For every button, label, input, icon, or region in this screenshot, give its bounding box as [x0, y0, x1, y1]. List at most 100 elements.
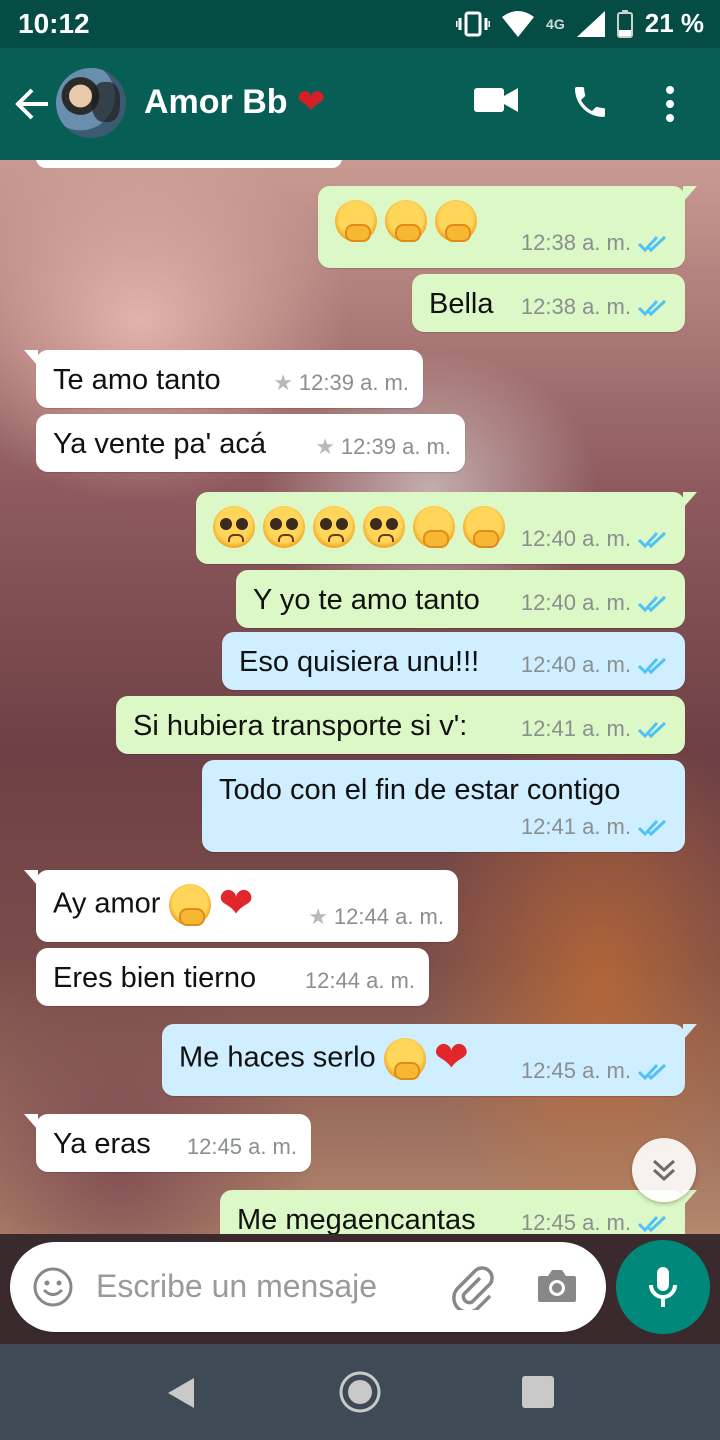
read-ticks-icon — [637, 235, 667, 253]
message-time: 12:45 a. m. — [186, 1134, 297, 1159]
pleading-face-emoji — [263, 506, 305, 548]
partial-message — [36, 160, 342, 168]
hand-over-mouth-emoji — [435, 200, 477, 242]
message-out[interactable]: Bella 12:38 a. m. — [412, 274, 685, 332]
message-out[interactable]: Me megaencantas 12:45 a. m. — [220, 1190, 697, 1234]
message-in[interactable]: Te amo tanto ★ 12:39 a. m. — [24, 350, 423, 408]
battery-icon — [616, 9, 633, 38]
message-text: Ya eras — [53, 1128, 151, 1160]
message-text: Bella — [429, 288, 494, 320]
message-input-pill[interactable]: Escribe un mensaje — [10, 1242, 606, 1332]
message-text: Eso quisiera unu!!! — [239, 646, 480, 678]
hand-over-mouth-emoji — [168, 884, 211, 926]
pleading-face-emoji — [363, 506, 405, 548]
status-time: 10:12 — [18, 8, 90, 39]
message-time: 12:44 a. m. — [333, 904, 444, 929]
double-chevron-down-icon — [652, 1159, 676, 1182]
scroll-to-bottom-button[interactable] — [632, 1138, 696, 1202]
message-time: 12:41 a. m. — [520, 716, 631, 741]
chat-area[interactable]: 12:38 a. m. Bella 12:38 a. m. Te amo tan… — [0, 160, 720, 1234]
message-in[interactable]: Ya vente pa' acá ★ 12:39 a. m. — [36, 414, 465, 472]
message-time: 12:39 a. m. — [298, 370, 409, 395]
message-time: 12:40 a. m. — [520, 526, 631, 551]
pleading-face-emoji — [313, 506, 355, 548]
message-text: Todo con el fin de estar contigo — [219, 774, 621, 806]
message-time: 12:38 a. m. — [520, 294, 631, 319]
message-text: Y yo te amo tanto — [253, 584, 480, 616]
emoji-row — [213, 506, 513, 548]
hand-over-mouth-emoji — [383, 1038, 426, 1080]
vibrate-icon — [456, 11, 491, 37]
contact-name-text: Amor Bb — [144, 83, 288, 121]
hand-over-mouth-emoji — [413, 506, 455, 548]
input-bar: Escribe un mensaje — [0, 1234, 720, 1344]
message-text: Ya vente pa' acá — [53, 428, 266, 460]
heart-emoji — [434, 1032, 476, 1081]
signal-icon — [576, 10, 605, 37]
battery-percent: 21 % — [644, 8, 704, 38]
video-call-icon[interactable] — [474, 86, 518, 119]
phone-call-icon[interactable] — [570, 82, 610, 127]
emoji-row — [335, 200, 485, 242]
read-ticks-icon — [637, 595, 667, 613]
hand-over-mouth-emoji — [463, 506, 505, 548]
message-out[interactable]: Y yo te amo tanto 12:40 a. m. — [236, 570, 685, 628]
pleading-face-emoji — [213, 506, 255, 548]
system-nav-bar — [0, 1344, 720, 1440]
message-input[interactable]: Escribe un mensaje — [96, 1268, 377, 1305]
message-in[interactable]: Eres bien tierno 12:44 a. m. — [36, 948, 429, 1006]
wifi-icon — [502, 10, 535, 37]
mic-icon — [649, 1267, 677, 1307]
mic-button[interactable] — [616, 1240, 710, 1334]
message-out[interactable]: Eso quisiera unu!!! 12:40 a. m. — [222, 632, 685, 690]
nav-back-icon[interactable] — [166, 1376, 196, 1415]
message-in[interactable]: Ya eras 12:45 a. m. — [24, 1114, 311, 1172]
read-ticks-icon — [637, 819, 667, 837]
read-ticks-icon — [637, 657, 667, 675]
message-out[interactable]: Todo con el fin de estar contigo 12:41 a… — [202, 760, 685, 852]
chat-header: Amor Bb ❤ — [0, 48, 720, 160]
read-ticks-icon — [637, 1063, 667, 1081]
hand-over-mouth-emoji — [335, 200, 377, 242]
avatar[interactable] — [56, 68, 126, 138]
message-text-row: Ay amor — [53, 878, 269, 927]
message-out[interactable]: 12:40 a. m. — [196, 492, 697, 564]
heart-emoji — [219, 878, 261, 927]
network-type: 4G — [546, 15, 565, 32]
message-text: Me megaencantas — [237, 1204, 476, 1234]
read-ticks-icon — [637, 531, 667, 549]
nav-home-icon[interactable] — [338, 1370, 382, 1419]
message-text: Te amo tanto — [53, 364, 221, 396]
message-out[interactable]: Si hubiera transporte si v': 12:41 a. m. — [116, 696, 685, 754]
message-time: 12:38 a. m. — [520, 230, 631, 255]
emoji-icon[interactable] — [32, 1266, 74, 1313]
message-time: 12:39 a. m. — [340, 434, 451, 459]
heart-icon: ❤ — [297, 82, 326, 122]
message-time: 12:45 a. m. — [520, 1210, 631, 1234]
back-arrow-icon[interactable] — [12, 84, 52, 124]
message-time: 12:40 a. m. — [520, 652, 631, 677]
more-options-icon[interactable] — [664, 84, 676, 129]
star-icon: ★ — [273, 370, 293, 395]
read-ticks-icon — [637, 1215, 667, 1233]
star-icon: ★ — [315, 434, 335, 459]
message-text: Eres bien tierno — [53, 962, 257, 994]
contact-name[interactable]: Amor Bb ❤ — [144, 82, 326, 122]
camera-icon[interactable] — [536, 1268, 578, 1309]
message-time: 12:41 a. m. — [520, 814, 631, 839]
nav-recents-icon[interactable] — [522, 1376, 554, 1408]
status-bar: 10:12 4G 21 % — [0, 0, 720, 48]
message-text: Me haces serlo — [179, 1041, 376, 1074]
read-ticks-icon — [637, 299, 667, 317]
message-text: Si hubiera transporte si v': — [133, 710, 468, 742]
hand-over-mouth-emoji — [385, 200, 427, 242]
message-in[interactable]: Ay amor ★12:44 a. m. — [24, 870, 458, 942]
read-ticks-icon — [637, 721, 667, 739]
attach-icon[interactable] — [450, 1264, 494, 1315]
message-time: 12:40 a. m. — [520, 590, 631, 615]
status-icons: 4G 21 % — [456, 8, 704, 39]
message-out[interactable]: Me haces serlo 12:45 a. m. — [162, 1024, 697, 1096]
star-icon: ★ — [308, 904, 328, 929]
message-time: 12:44 a. m. — [304, 968, 415, 993]
message-out[interactable]: 12:38 a. m. — [318, 186, 697, 268]
